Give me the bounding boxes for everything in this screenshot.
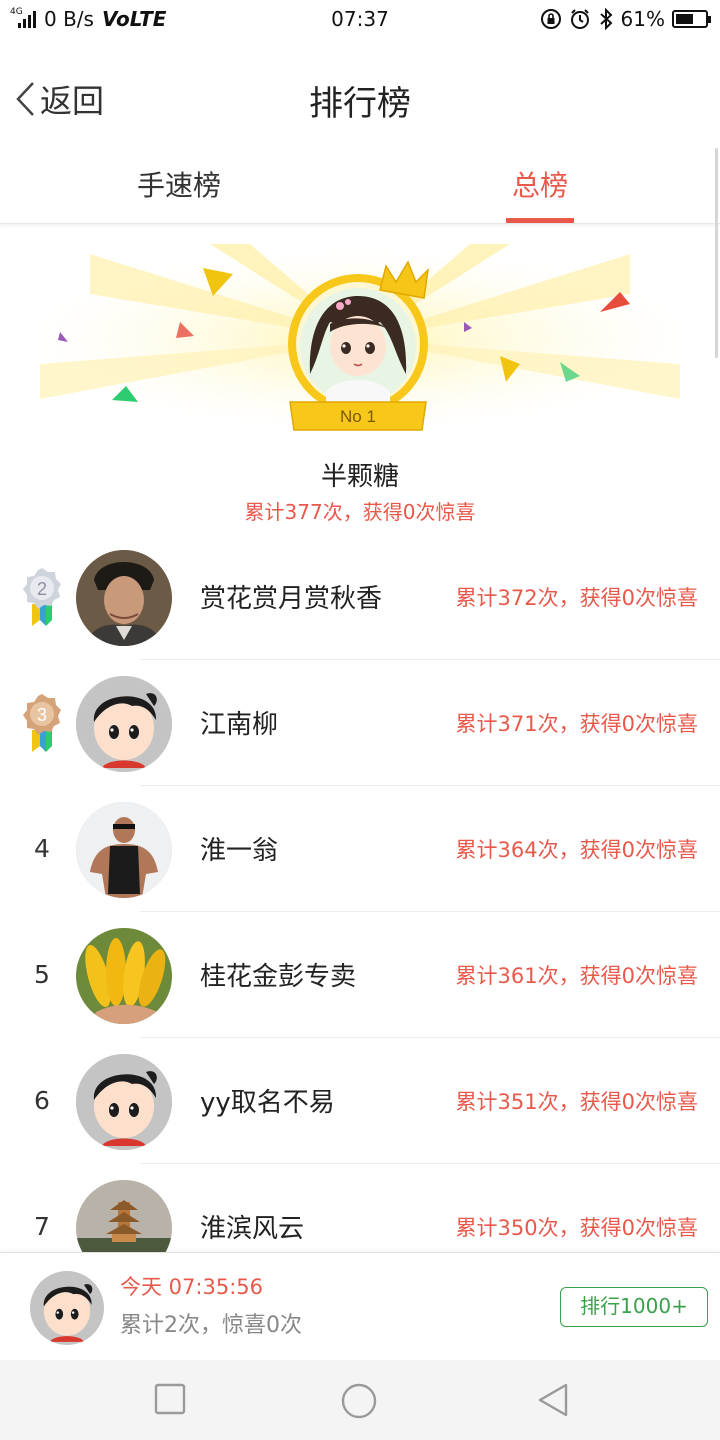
ranking-list[interactable]: 2 赏花赏月赏秋香 累计372次，获得0次惊喜 3 江南柳 累计371次，获得0… <box>0 534 720 1254</box>
user-stats: 累计364次，获得0次惊喜 <box>455 838 698 862</box>
nav-bar: 返回 排行榜 <box>0 38 720 148</box>
user-name: yy取名不易 <box>200 1088 335 1118</box>
rank-number: 6 <box>34 1086 50 1115</box>
user-name: 桂花金彭专卖 <box>200 962 357 992</box>
tab-bar: 手速榜 总榜 <box>0 148 720 224</box>
rank-number: 4 <box>34 834 50 863</box>
ranking-row-7[interactable]: 7 淮滨风云 累计350次，获得0次惊喜 <box>0 1164 720 1254</box>
my-record-bar: 今天 07:35:56 累计2次，惊喜0次 排行1000+ <box>0 1252 720 1360</box>
avatar[interactable] <box>76 550 172 646</box>
avatar[interactable] <box>76 802 172 898</box>
user-name: 江南柳 <box>200 710 279 740</box>
home-button[interactable] <box>340 1382 378 1420</box>
svg-text:3: 3 <box>37 705 47 725</box>
my-record-stats: 累计2次，惊喜0次 <box>120 1313 302 1338</box>
system-nav-bar <box>0 1360 720 1440</box>
ranking-row-4[interactable]: 4 淮一翁 累计364次，获得0次惊喜 <box>0 786 720 912</box>
rank-number: 5 <box>34 960 50 989</box>
champion-banner: No 1 <box>30 244 690 431</box>
battery-icon <box>672 10 711 28</box>
no1-label: No 1 <box>340 407 376 426</box>
rank-medal-silver: 2 <box>18 564 66 630</box>
champion-name: 半颗糖 <box>320 462 399 492</box>
active-tab-indicator <box>506 218 574 223</box>
avatar[interactable] <box>76 676 172 772</box>
status-bar: 4G 0 B/s VoLTE 07:37 61% <box>0 0 720 38</box>
avatar[interactable] <box>76 1180 172 1254</box>
ranking-row-3[interactable]: 3 江南柳 累计371次，获得0次惊喜 <box>0 660 720 786</box>
my-avatar[interactable] <box>30 1271 104 1345</box>
champion-stats: 累计377次，获得0次惊喜 <box>244 500 476 524</box>
tab-speed-ranking[interactable]: 手速榜 <box>137 164 221 204</box>
user-name: 淮滨风云 <box>200 1214 305 1244</box>
svg-text:2: 2 <box>37 579 47 599</box>
avatar[interactable] <box>76 1054 172 1150</box>
rank-medal-bronze: 3 <box>18 690 66 756</box>
user-name: 淮一翁 <box>200 836 279 866</box>
user-stats: 累计361次，获得0次惊喜 <box>455 964 698 988</box>
page-title: 排行榜 <box>309 84 411 124</box>
bluetooth-icon <box>599 8 612 30</box>
recent-apps-button[interactable] <box>154 1382 186 1416</box>
avatar[interactable] <box>76 928 172 1024</box>
champion-avatar <box>300 288 416 404</box>
tab-overall-ranking[interactable]: 总榜 <box>512 164 568 204</box>
my-rank-button[interactable]: 排行1000+ <box>560 1287 708 1327</box>
alarm-icon <box>570 9 589 29</box>
user-stats: 累计372次，获得0次惊喜 <box>455 586 698 610</box>
rank-number: 7 <box>34 1212 50 1241</box>
user-stats: 累计371次，获得0次惊喜 <box>455 712 698 736</box>
my-record-time: 今天 07:35:56 <box>120 1275 263 1299</box>
user-name: 赏花赏月赏秋香 <box>200 584 383 614</box>
battery-percent: 61% <box>620 7 665 31</box>
rotation-lock-icon <box>540 9 561 29</box>
back-nav-button[interactable] <box>536 1382 570 1418</box>
ranking-row-2[interactable]: 2 赏花赏月赏秋香 累计372次，获得0次惊喜 <box>0 534 720 660</box>
ranking-row-6[interactable]: 6 yy取名不易 累计351次，获得0次惊喜 <box>0 1038 720 1164</box>
user-stats: 累计350次，获得0次惊喜 <box>455 1216 698 1240</box>
ranking-row-5[interactable]: 5 桂花金彭专卖 累计361次，获得0次惊喜 <box>0 912 720 1038</box>
champion-section: No 1 半颗糖 累计377次，获得0次惊喜 <box>0 224 720 534</box>
user-stats: 累计351次，获得0次惊喜 <box>455 1090 698 1114</box>
